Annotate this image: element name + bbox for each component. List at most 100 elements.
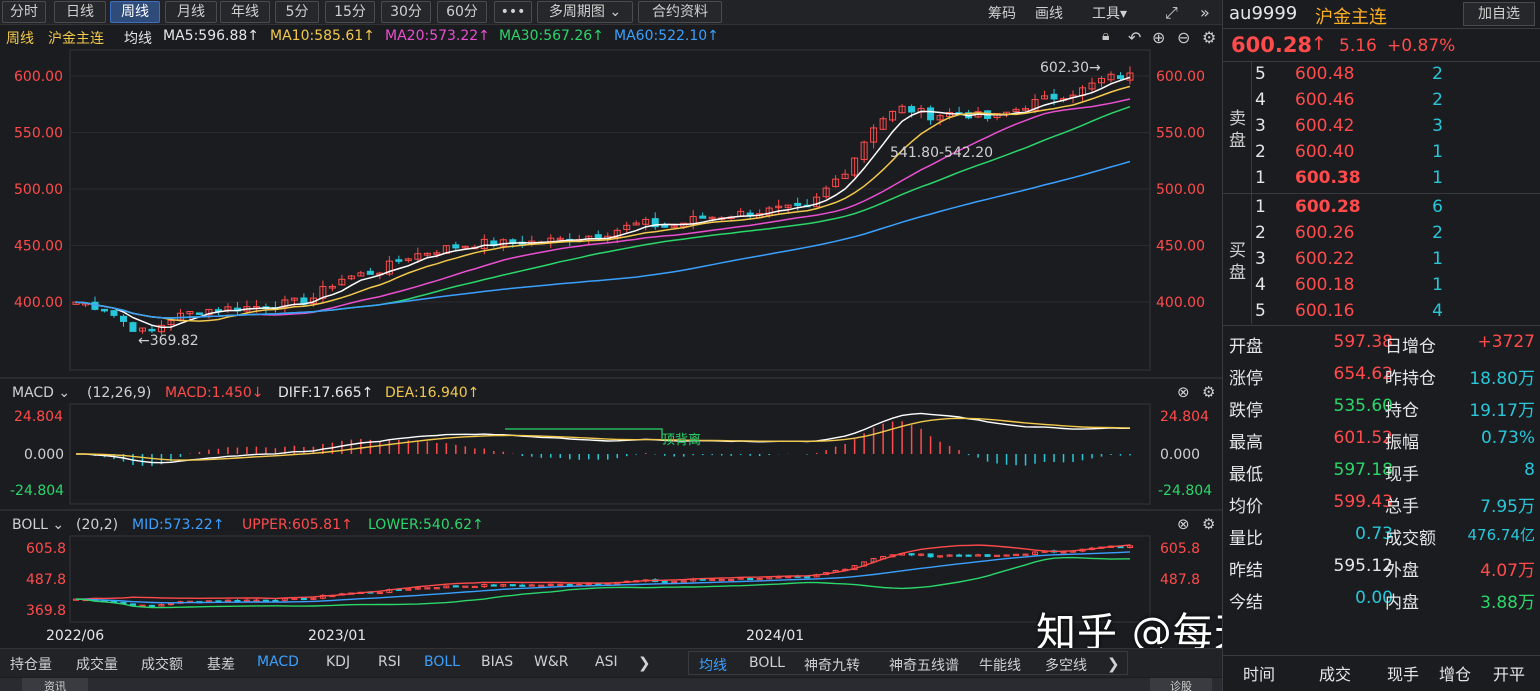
candle-body [129,322,137,332]
boll-tick-mid: 487.8 [26,572,66,588]
macd-tick-top-right: 24.804 [1160,409,1209,425]
tab-macd[interactable]: MACD [257,654,299,670]
boll-title[interactable]: BOLL ⌄ [12,517,64,533]
tab-magic-nine[interactable]: 神奇九转 [804,655,860,675]
tab-turnover[interactable]: 成交额 [141,654,183,674]
tab-magic-five[interactable]: 神奇五线谱 [889,655,959,675]
undo-icon[interactable]: ↶ [1128,28,1141,47]
chips-button[interactable]: 筹码 [988,3,1016,23]
tab-boll[interactable]: BOLL [424,654,460,670]
lock-icon[interactable]: 🔒︎ [1102,28,1109,44]
trade-header-cell[interactable]: 增仓 [1439,661,1471,685]
macd-settings-gear-icon[interactable]: ⚙ [1202,383,1215,401]
bid-volume: 6 [1432,197,1443,217]
ma30-value: MA30:567.26↑ [499,28,604,44]
diff-value: DIFF:17.665↑ [278,385,373,401]
trade-header-cell[interactable]: 成交 [1319,661,1351,685]
contract-info-button[interactable]: 合约资料 [638,1,722,23]
tab-volume[interactable]: 成交量 [76,654,118,674]
multi-period-dropdown[interactable]: 多周期图 ⌄ [537,1,633,23]
kline-chart-area[interactable]: 600.00 600.00 550.00 550.00 500.00 500.00 450.… [0,48,1222,648]
high-annotation: 602.30→ [1040,60,1101,76]
draw-button[interactable]: 画线 [1035,3,1063,23]
boll-mid-line [75,551,1131,604]
ma20-value: MA20:573.22↑ [385,28,490,44]
boll-candle-body [1013,553,1020,556]
ask-price[interactable]: 600.46 [1295,90,1354,110]
macd-close-icon[interactable]: ⊗ [1177,383,1190,401]
more-periods-button[interactable]: ••• [494,1,532,23]
settings-gear-icon[interactable]: ⚙ [1202,28,1216,47]
bid-price[interactable]: 600.16 [1295,301,1354,321]
candle-body [699,215,707,219]
diagnose-tab[interactable]: 诊股 [1150,678,1212,691]
period-tab-daily[interactable]: 日线 [54,1,106,23]
period-tab-30min[interactable]: 30分 [381,1,431,23]
tab-kdj[interactable]: KDJ [326,654,350,670]
tab-boll-overlay[interactable]: BOLL [749,655,785,671]
stat-label: 内盘 [1385,593,1419,613]
tab-open-interest[interactable]: 持仓量 [10,654,52,674]
boll-frame [69,535,1151,623]
candle-body [110,310,118,316]
boll-candle-body [908,553,915,556]
boll-mid: MID:573.22↑ [132,517,224,533]
tab-bull-line[interactable]: 牛能线 [979,655,1021,675]
tab-ma-overlay[interactable]: 均线 [699,655,727,675]
divider [1223,655,1540,656]
period-tab-15min[interactable]: 15分 [325,1,375,23]
ask-price[interactable]: 600.40 [1295,142,1354,162]
overlay-next-icon[interactable]: ❯ [1107,655,1120,673]
x-tick-2023-01: 2023/01 [308,628,366,644]
macd-title[interactable]: MACD ⌄ [12,385,70,401]
price-change: 5.16 [1339,36,1377,56]
boll-candle-body [566,584,573,587]
tab-rsi[interactable]: RSI [378,654,401,670]
fullscreen-icon[interactable]: ⤢ [1165,3,1178,23]
period-tab-5min[interactable]: 5分 [275,1,319,23]
ma-label[interactable]: 均线 [124,28,152,48]
period-tab-60min[interactable]: 60分 [437,1,487,23]
stat-value: 595.12 [1333,556,1393,576]
zoom-out-icon[interactable]: ⊖ [1177,28,1190,47]
tab-basis[interactable]: 基差 [207,654,235,674]
add-favorite-button[interactable]: 加自选 [1463,2,1535,26]
ask-price[interactable]: 600.42 [1295,116,1354,136]
tab-long-short[interactable]: 多空线 [1045,655,1087,675]
stat-label: 昨结 [1229,561,1263,581]
symbol-name: 沪金主连 [1315,7,1387,28]
tab-wr[interactable]: W&R [534,654,569,670]
ask-volume: 1 [1432,168,1443,188]
period-tab-monthly[interactable]: 月线 [165,1,217,23]
boll-settings-gear-icon[interactable]: ⚙ [1202,515,1215,533]
stat-value: 4.07万 [1480,561,1535,581]
ask-price[interactable]: 600.48 [1295,64,1354,84]
sell-side-label: 卖盘 [1229,109,1246,151]
trade-header-cell[interactable]: 现手 [1387,661,1419,685]
trade-header-cell[interactable]: 时间 [1243,661,1275,685]
boll-close-icon[interactable]: ⊗ [1177,515,1190,533]
bid-price[interactable]: 600.26 [1295,223,1354,243]
tools-dropdown[interactable]: 工具▾ [1092,3,1127,23]
period-tab-yearly[interactable]: 年线 [220,1,270,23]
period-tab-fenshi[interactable]: 分时 [2,1,46,23]
tab-bias[interactable]: BIAS [481,654,513,670]
news-tab[interactable]: 资讯 [22,678,88,691]
bid-price[interactable]: 600.28 [1295,197,1361,217]
boll-candle-body [538,584,545,587]
period-tab-weekly[interactable]: 周线 [110,1,160,23]
tab-asi[interactable]: ASI [595,654,618,670]
divider [1223,61,1540,62]
zoom-in-icon[interactable]: ⊕ [1152,28,1165,47]
tabs-next-icon[interactable]: ❯ [638,654,651,672]
boll-candle-body [509,584,516,587]
ask-price[interactable]: 600.38 [1295,168,1361,188]
bid-level: 1 [1255,197,1266,217]
stat-label: 跌停 [1229,401,1263,421]
bid-price[interactable]: 600.18 [1295,275,1354,295]
ma60-value: MA60:522.10↑ [614,28,719,44]
collapse-right-icon[interactable]: » [1200,3,1210,22]
bid-price[interactable]: 600.22 [1295,249,1354,269]
trade-header-cell[interactable]: 开平 [1493,661,1525,685]
stat-value: 0.73% [1480,428,1535,448]
